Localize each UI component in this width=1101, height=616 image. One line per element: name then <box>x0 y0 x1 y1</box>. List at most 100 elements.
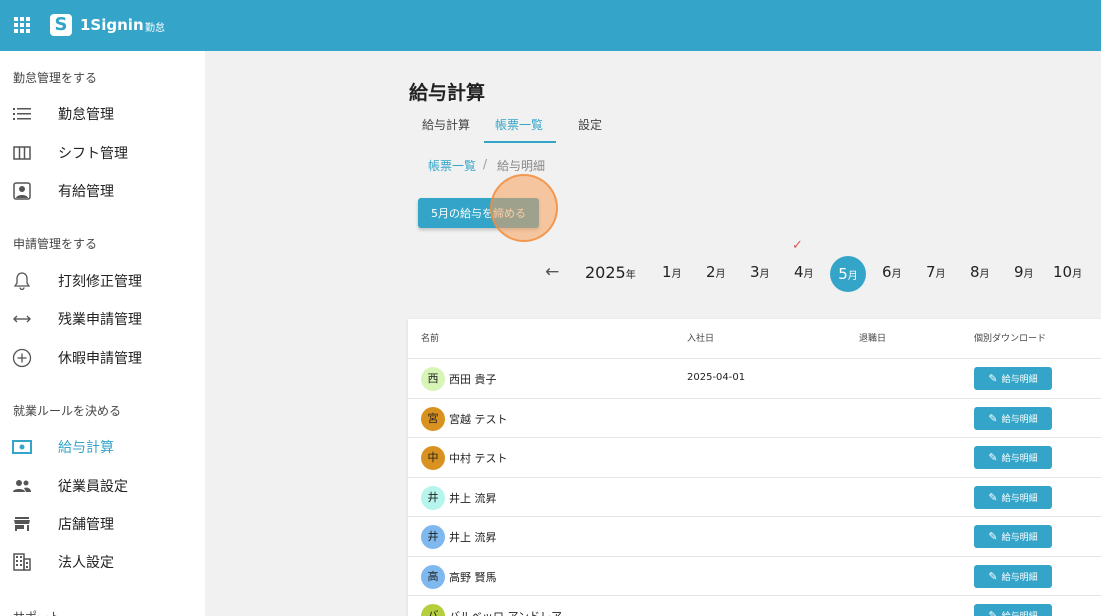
column-header-hire-date: 入社日 <box>687 334 715 344</box>
breadcrumb-parent[interactable]: 帳票一覧 <box>428 157 476 174</box>
sidebar-item-label: 従業員設定 <box>58 479 128 495</box>
app-subtitle: 勤怠 <box>145 23 165 34</box>
month-7[interactable]: 7月 <box>926 263 946 281</box>
sidebar-item-corporation[interactable]: 法人設定 <box>0 544 205 580</box>
month-4[interactable]: 4月 <box>794 263 814 281</box>
edit-pen-icon: ✎ <box>988 569 998 583</box>
top-app-bar: S 1Signin 勤怠 <box>0 0 1101 51</box>
month-6[interactable]: 6月 <box>882 263 902 281</box>
sidebar-item-vacation[interactable]: 休暇申請管理 <box>0 340 205 376</box>
bell-icon <box>12 271 32 291</box>
download-payslip-button[interactable]: ✎給与明細 <box>974 604 1052 616</box>
sidebar-item-label: 打刻修正管理 <box>58 274 142 290</box>
columns-icon <box>12 143 32 163</box>
sidebar-item-label: シフト管理 <box>58 146 128 162</box>
employee-name: 西田 貴子 <box>449 373 497 386</box>
table-row: 西 西田 貴子 2025-04-01 ✎ 給与明細 <box>408 358 1101 398</box>
edit-pen-icon: ✎ <box>988 411 998 425</box>
edit-pen-icon: ✎ <box>988 609 998 616</box>
month-10[interactable]: 10月 <box>1053 263 1082 281</box>
download-payslip-button[interactable]: ✎給与明細 <box>974 406 1052 430</box>
column-header-leave-date: 退職日 <box>859 334 887 344</box>
month-2[interactable]: 2月 <box>706 263 726 281</box>
sidebar: 勤怠管理をする 勤怠管理 シフト管理 有給管理 申請管理をする 打刻修正管理 残… <box>0 51 205 616</box>
sidebar-item-label: 勤怠管理 <box>58 107 114 123</box>
sidebar-item-paid-leave[interactable]: 有給管理 <box>0 173 205 209</box>
table-row: バ バルベッロ アンドレア ✎給与明細 <box>408 595 1101 616</box>
sidebar-item-label: 店舗管理 <box>58 517 114 533</box>
month-8[interactable]: 8月 <box>970 263 990 281</box>
breadcrumb-separator: / <box>483 157 488 171</box>
employee-name: 井上 流昇 <box>449 531 497 544</box>
year-label: 2025年 <box>585 263 636 282</box>
tab-payroll-calc[interactable]: 給与計算 <box>422 116 470 133</box>
sidebar-item-payroll[interactable]: 給与計算 <box>0 429 205 465</box>
month-1[interactable]: 1月 <box>662 263 682 281</box>
edit-pen-icon: ✎ <box>988 372 998 385</box>
table-row: 中 中村 テスト ✎ 給与明細 <box>408 437 1101 477</box>
sidebar-item-employees[interactable]: 従業員設定 <box>0 468 205 504</box>
avatar: 井 <box>421 525 445 549</box>
active-tab-indicator <box>484 141 556 143</box>
avatar: 井 <box>421 485 445 510</box>
column-header-name: 名前 <box>421 334 440 344</box>
sidebar-item-overtime[interactable]: 残業申請管理 <box>0 301 205 337</box>
table-row: 井 井上 流昇 ✎ 給与明細 <box>408 476 1101 517</box>
employee-name: バルベッロ アンドレア <box>449 608 562 616</box>
sidebar-item-stores[interactable]: 店舗管理 <box>0 506 205 542</box>
app-name: 1Signin <box>80 16 144 34</box>
breadcrumb-current: 給与明細 <box>497 159 546 173</box>
edit-pen-icon: ✎ <box>988 530 998 543</box>
employee-name: 中村 テスト <box>449 452 508 465</box>
sidebar-item-label: 法人設定 <box>58 555 114 571</box>
sidebar-item-clock-correction[interactable]: 打刻修正管理 <box>0 263 205 299</box>
table-row: 宮 宮越 テスト ✎ 給与明細 <box>408 397 1101 438</box>
checkmark-icon: ✓ <box>792 238 803 253</box>
payslip-table: 名前 入社日 退職日 個別ダウンロード 西 西田 貴子 2025-04-01 ✎… <box>408 319 1101 616</box>
download-payslip-button[interactable]: ✎給与明細 <box>974 485 1052 509</box>
tab-report-list[interactable]: 帳票一覧 <box>495 116 543 133</box>
hire-date: 2025-04-01 <box>687 372 746 383</box>
sidebar-item-label: 休暇申請管理 <box>58 351 142 367</box>
employee-name: 宮越 テスト <box>449 412 508 426</box>
sidebar-item-attendance[interactable]: 勤怠管理 <box>0 96 205 132</box>
tab-settings[interactable]: 設定 <box>578 116 602 133</box>
edit-pen-icon: ✎ <box>988 451 998 464</box>
download-payslip-button[interactable]: ✎給与明細 <box>974 367 1052 390</box>
apps-grid-icon[interactable] <box>14 17 30 33</box>
avatar: 宮 <box>421 406 445 431</box>
avatar: 中 <box>421 446 445 470</box>
edit-pen-icon: ✎ <box>988 490 998 504</box>
sidebar-item-label: 残業申請管理 <box>58 312 142 328</box>
sidebar-section-rules: 就業ルールを決める <box>13 404 122 418</box>
avatar: 西 <box>421 367 445 391</box>
sidebar-item-shift[interactable]: シフト管理 <box>0 135 205 171</box>
close-month-payroll-button[interactable]: 5月の給与を締める <box>418 198 539 228</box>
avatar: バ <box>421 604 445 616</box>
arrows-horizontal-icon <box>12 309 32 329</box>
people-icon <box>12 476 32 496</box>
employee-name: 井上 流昇 <box>449 491 497 505</box>
sidebar-item-label: 給与計算 <box>58 440 114 456</box>
download-payslip-button[interactable]: ✎給与明細 <box>974 525 1052 548</box>
building-icon <box>12 552 32 572</box>
column-header-download: 個別ダウンロード <box>974 334 1047 344</box>
employee-name: 高野 賢馬 <box>449 570 497 584</box>
plus-circle-icon <box>12 348 32 368</box>
money-icon <box>12 437 32 457</box>
sidebar-section-attendance: 勤怠管理をする <box>13 71 98 85</box>
list-icon <box>12 104 32 124</box>
previous-year-arrow-icon[interactable]: ← <box>545 262 559 282</box>
table-row: 高 高野 賢馬 ✎ 給与明細 <box>408 555 1101 596</box>
download-payslip-button[interactable]: ✎給与明細 <box>974 446 1052 469</box>
page-title: 給与計算 <box>409 82 486 104</box>
avatar: 高 <box>421 564 445 589</box>
month-3[interactable]: 3月 <box>750 263 770 281</box>
month-5-selected[interactable]: 5月 <box>830 256 866 292</box>
person-badge-icon <box>12 181 32 201</box>
month-9[interactable]: 9月 <box>1014 263 1034 281</box>
logo-icon: S <box>50 14 72 36</box>
download-payslip-button[interactable]: ✎給与明細 <box>974 564 1052 588</box>
sidebar-section-requests: 申請管理をする <box>13 237 98 251</box>
sidebar-section-support: サポート <box>13 608 61 616</box>
